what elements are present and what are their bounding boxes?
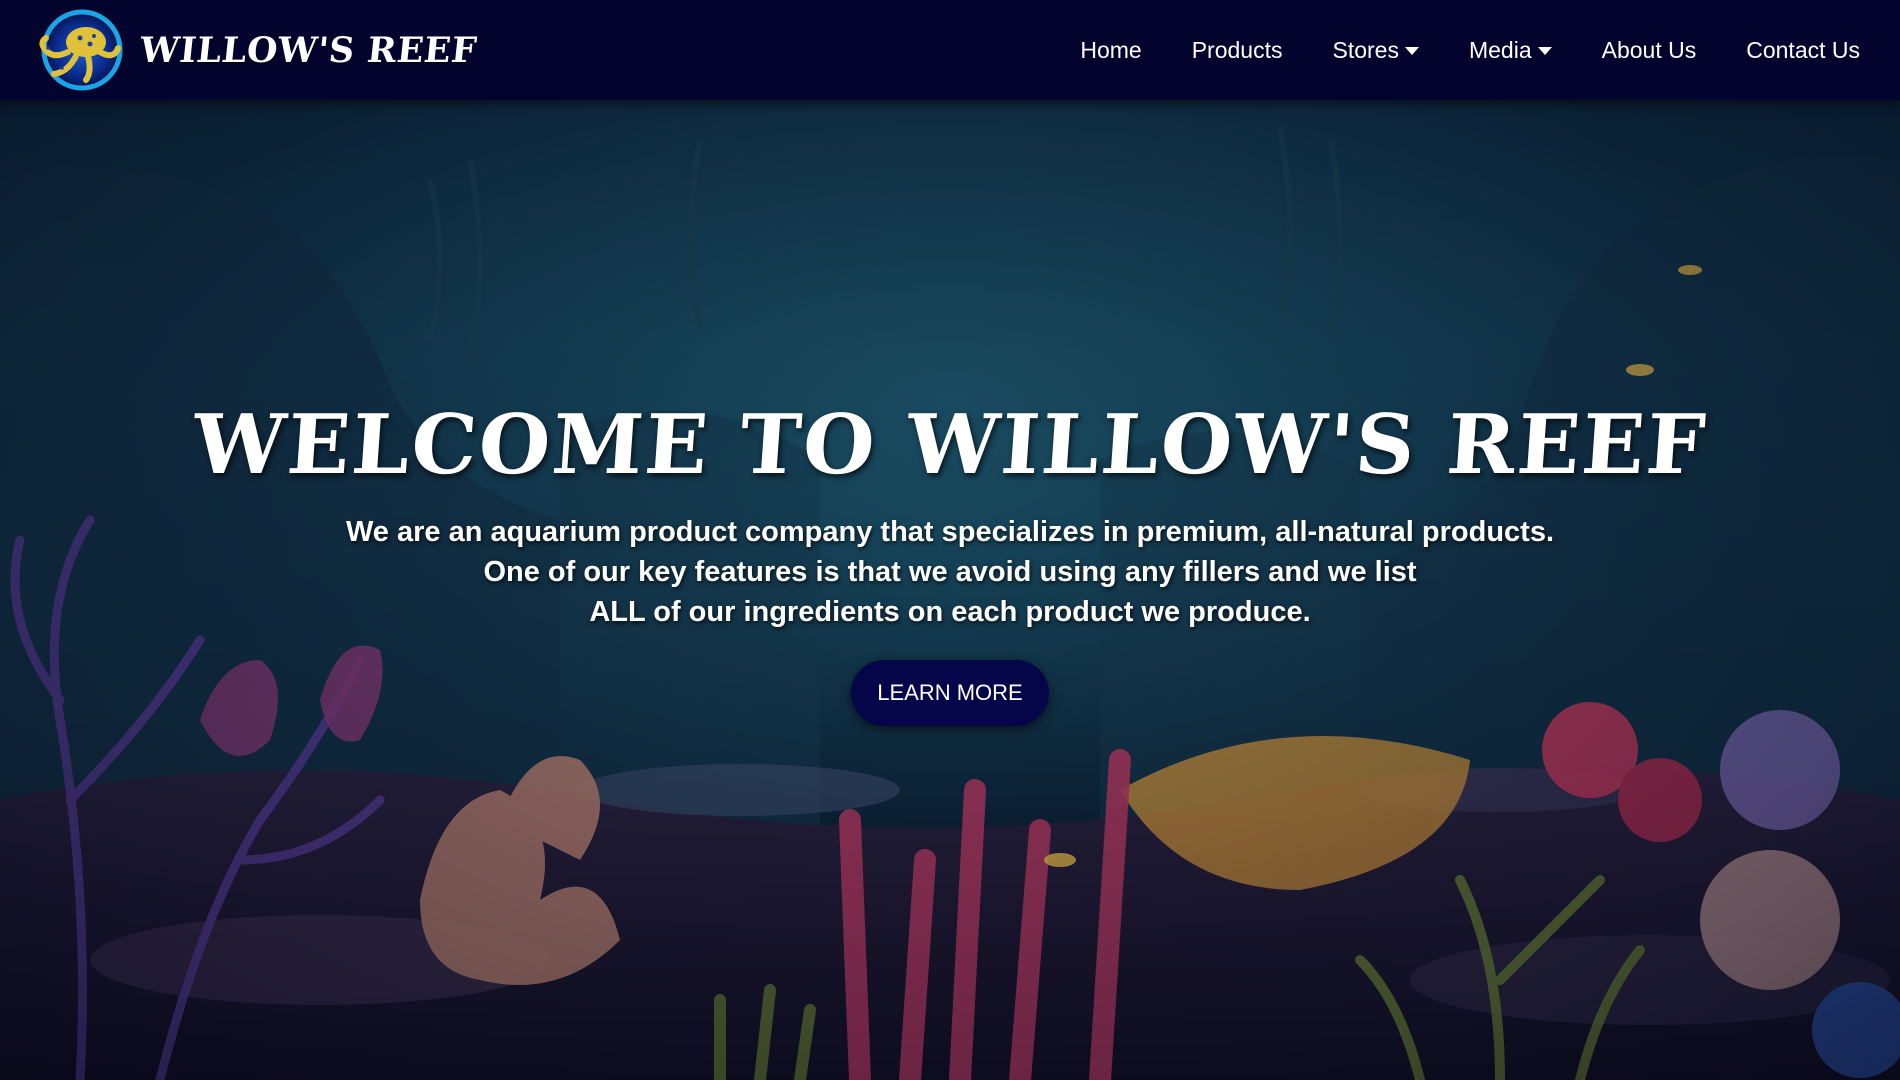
- top-navbar: WILLOW'S REEF Home Products Stores Media…: [0, 0, 1900, 100]
- nav-item-products[interactable]: Products: [1192, 37, 1283, 64]
- nav-item-label: Contact Us: [1746, 36, 1860, 63]
- nav-item-label: About Us: [1601, 36, 1697, 63]
- hero-line: We are an aquarium product company that …: [345, 516, 1555, 549]
- nav-item-contact-us[interactable]: Contact Us: [1746, 37, 1860, 64]
- nav-item-about-us[interactable]: About Us: [1602, 37, 1697, 64]
- caret-down-icon: [1404, 47, 1419, 55]
- hero-section: WELCOME TO WILLOW'S REEF We are an aquar…: [0, 100, 1900, 1080]
- hero-description: We are an aquarium product company that …: [0, 512, 1900, 632]
- octopus-logo-icon: [39, 9, 123, 91]
- nav-item-home[interactable]: Home: [1080, 37, 1141, 64]
- main-nav: Home Products Stores Media About Us Cont…: [1080, 37, 1860, 64]
- hero-title: WELCOME TO WILLOW'S REEF: [190, 397, 1711, 493]
- nav-item-media[interactable]: Media: [1469, 37, 1552, 64]
- caret-down-icon: [1537, 47, 1552, 55]
- nav-item-label: Home: [1080, 36, 1142, 63]
- nav-item-label: Products: [1191, 36, 1283, 63]
- brand-home-link[interactable]: WILLOW'S REEF: [28, 8, 479, 92]
- hero-content: WELCOME TO WILLOW'S REEF We are an aquar…: [0, 397, 1900, 727]
- nav-item-stores[interactable]: Stores: [1332, 36, 1419, 64]
- brand-name: WILLOW'S REEF: [137, 29, 479, 71]
- nav-item-label: Media: [1468, 36, 1532, 63]
- nav-item-label: Stores: [1332, 36, 1399, 63]
- hero-line: One of our key features is that we avoid…: [483, 556, 1417, 589]
- hero-line: ALL of our ingredients on each product w…: [589, 596, 1311, 629]
- learn-more-button[interactable]: LEARN MORE: [851, 660, 1049, 727]
